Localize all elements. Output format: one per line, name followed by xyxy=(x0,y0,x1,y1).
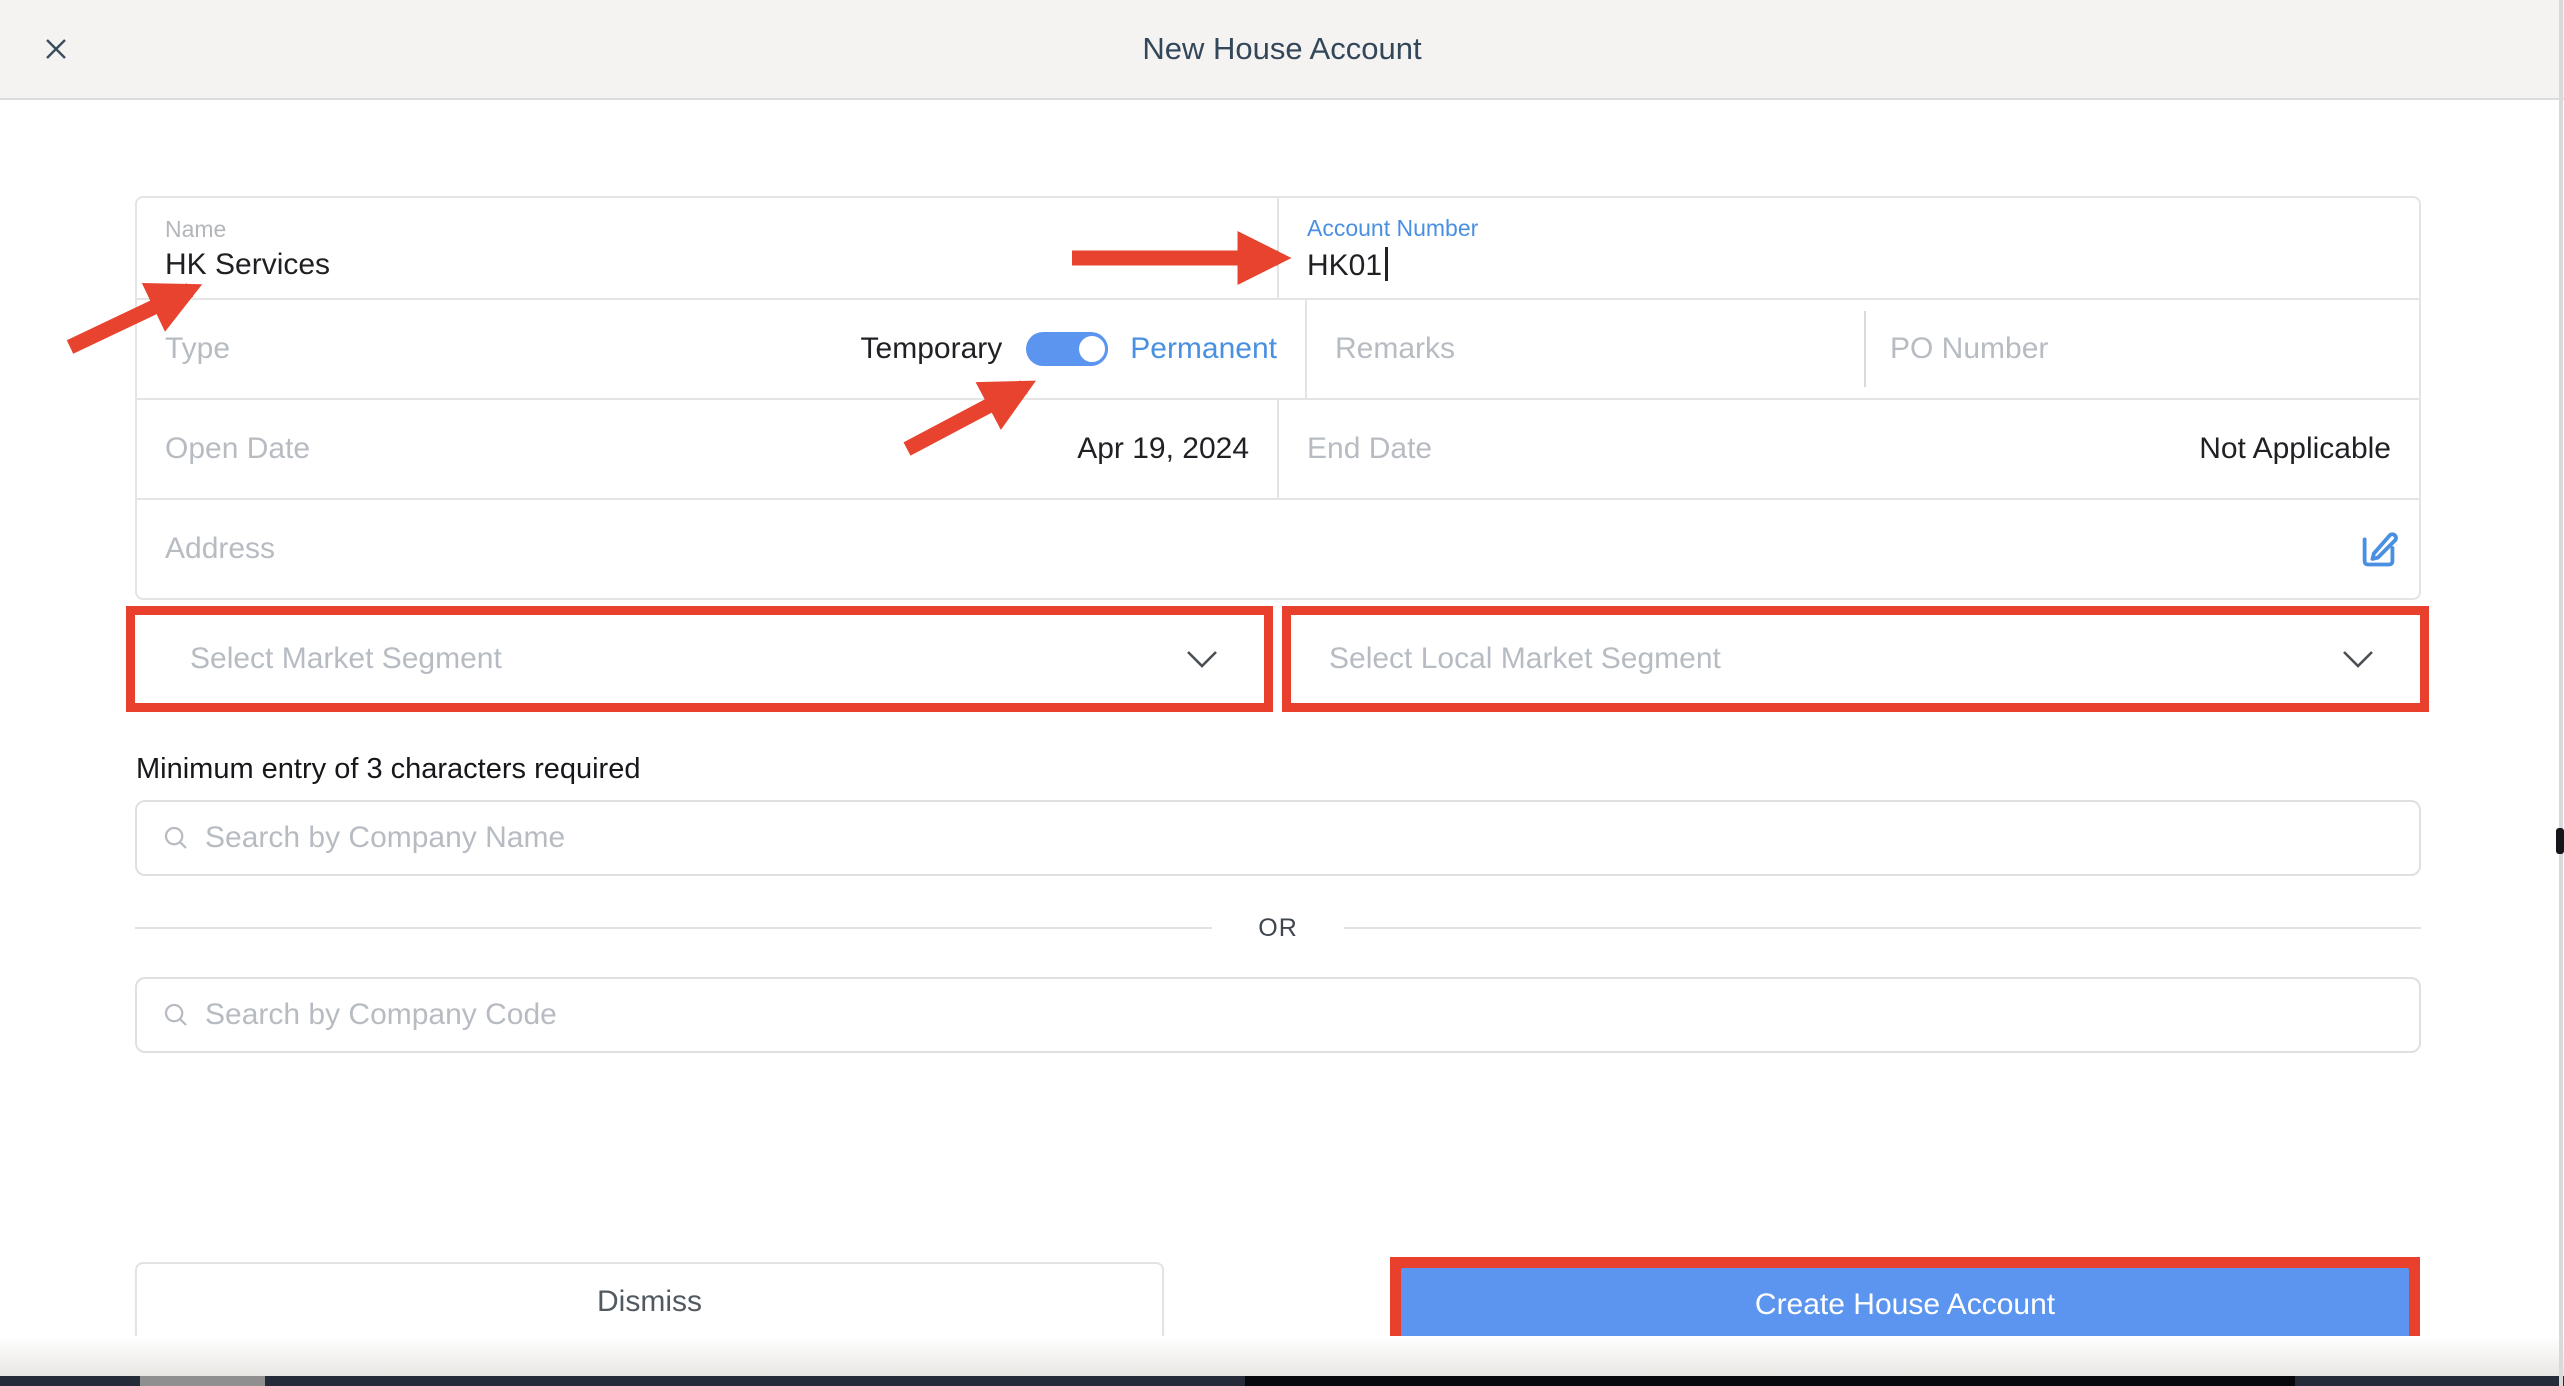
account-number-value: HK01 xyxy=(1307,247,1388,284)
min-entry-hint: Minimum entry of 3 characters required xyxy=(136,753,640,786)
po-number-input[interactable] xyxy=(1890,332,2391,366)
dismiss-button[interactable]: Dismiss xyxy=(135,1262,1164,1342)
remarks-input[interactable] xyxy=(1335,332,1836,366)
create-house-account-button[interactable]: Create House Account xyxy=(1401,1268,2409,1342)
x-icon xyxy=(41,34,71,64)
or-divider: OR xyxy=(135,912,2421,944)
page-title: New House Account xyxy=(1142,31,1421,67)
form-row-4: Address xyxy=(137,498,2419,598)
remarks-po-cell xyxy=(1305,300,2419,398)
scrollbar-track[interactable] xyxy=(2559,0,2563,1386)
form-row-1: Name HK Services Account Number HK01 xyxy=(137,198,2419,298)
account-form: Name HK Services Account Number HK01 Typ… xyxy=(135,196,2421,600)
chevron-down-icon xyxy=(1185,648,1219,670)
account-number-field[interactable]: Account Number HK01 xyxy=(1277,198,2419,298)
account-number-label: Account Number xyxy=(1307,217,1478,240)
new-house-account-modal: New House Account Name HK Services Accou… xyxy=(0,0,2564,1386)
company-name-input[interactable] xyxy=(205,821,2395,855)
market-segment-placeholder: Select Market Segment xyxy=(190,642,502,676)
company-code-search[interactable] xyxy=(135,977,2421,1053)
name-label: Name xyxy=(165,218,226,241)
chevron-down-icon xyxy=(2341,648,2375,670)
create-button-highlight: Create House Account xyxy=(1390,1257,2420,1353)
text-cursor xyxy=(1385,247,1388,281)
local-market-segment-select[interactable]: Select Local Market Segment xyxy=(1282,606,2429,712)
po-number-field[interactable] xyxy=(1864,311,2419,387)
end-date-label: End Date xyxy=(1307,432,1432,466)
open-date-label: Open Date xyxy=(165,432,310,466)
remarks-field[interactable] xyxy=(1307,332,1864,366)
type-toggle[interactable] xyxy=(1026,332,1108,366)
open-date-field[interactable]: Open Date Apr 19, 2024 xyxy=(137,400,1277,498)
address-field: Address xyxy=(137,500,2419,598)
form-row-3: Open Date Apr 19, 2024 End Date Not Appl… xyxy=(137,398,2419,498)
divider-line xyxy=(1344,927,2421,929)
address-label: Address xyxy=(165,532,275,566)
edit-icon xyxy=(2356,525,2402,571)
company-name-search[interactable] xyxy=(135,800,2421,876)
type-option-temporary[interactable]: Temporary xyxy=(861,332,1003,366)
open-date-value: Apr 19, 2024 xyxy=(1077,432,1249,466)
edit-address-button[interactable] xyxy=(2355,525,2403,573)
company-code-input[interactable] xyxy=(205,998,2395,1032)
scrollbar-thumb[interactable] xyxy=(2556,828,2564,854)
toggle-knob xyxy=(1076,333,1108,365)
strip-segment xyxy=(140,1376,265,1386)
type-option-permanent[interactable]: Permanent xyxy=(1130,332,1277,366)
end-date-field[interactable]: End Date Not Applicable xyxy=(1277,400,2419,498)
strip-segment xyxy=(1245,1376,2295,1386)
search-icon xyxy=(161,823,191,853)
background-edge-strip xyxy=(0,1376,2564,1386)
divider-line xyxy=(135,927,1212,929)
close-icon[interactable] xyxy=(36,29,76,69)
search-icon xyxy=(161,1000,191,1030)
name-field[interactable]: Name HK Services xyxy=(137,198,1277,298)
type-label: Type xyxy=(165,332,230,366)
market-segment-select[interactable]: Select Market Segment xyxy=(126,606,1273,712)
or-label: OR xyxy=(1258,914,1298,943)
form-row-2: Type Temporary Permanent xyxy=(137,298,2419,398)
modal-header: New House Account xyxy=(0,0,2564,100)
end-date-value: Not Applicable xyxy=(2199,432,2391,466)
type-field: Type Temporary Permanent xyxy=(137,300,1305,398)
local-market-segment-placeholder: Select Local Market Segment xyxy=(1329,642,1721,676)
name-value: HK Services xyxy=(165,248,330,283)
